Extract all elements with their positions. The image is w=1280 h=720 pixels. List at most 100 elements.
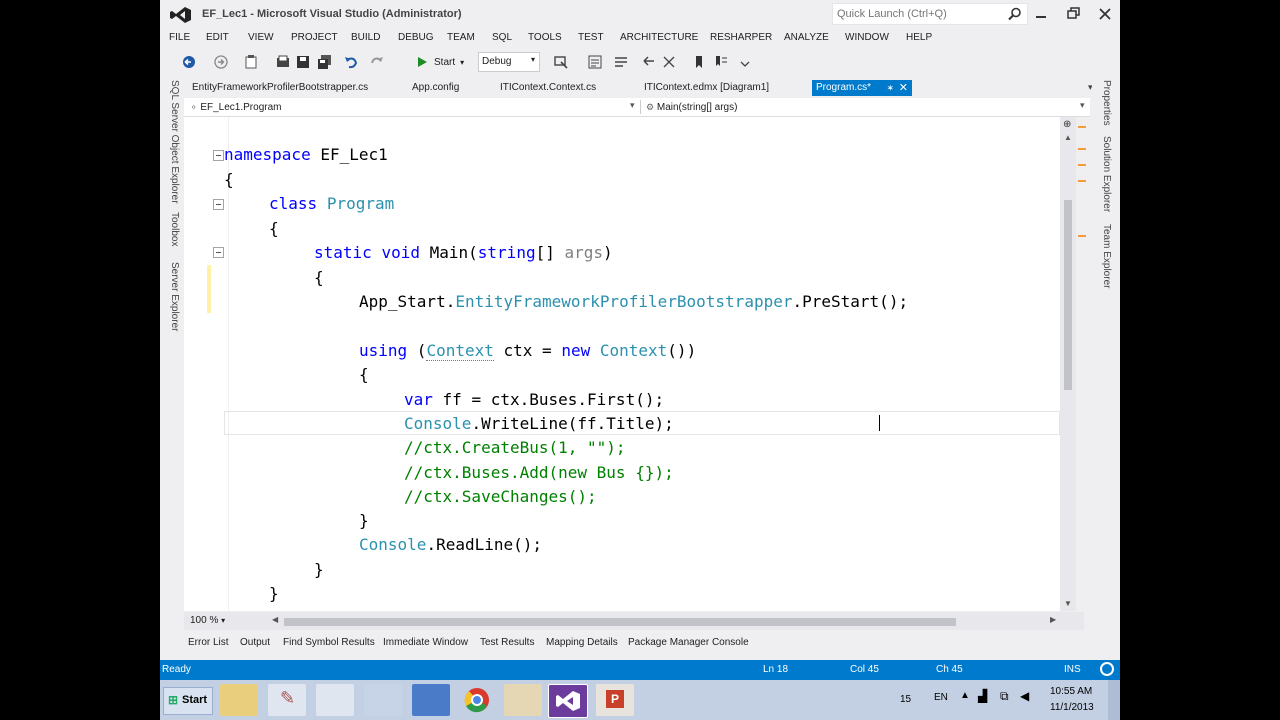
bookmark-next-icon[interactable] xyxy=(660,53,678,71)
scroll-right-icon[interactable]: ▶ xyxy=(1050,615,1056,624)
chevron-down-icon[interactable]: ▾ xyxy=(531,55,535,64)
new-project-icon[interactable] xyxy=(242,53,260,71)
code-editor[interactable]: namespace EF_Lec1 { class Program { stat… xyxy=(184,117,1060,611)
solution-explorer-tab[interactable]: Solution Explorer xyxy=(1101,136,1112,212)
quick-launch-input[interactable] xyxy=(837,6,997,22)
zoom-and-horizontal-scrollbar: 100 % ▾ ◀ ▶ xyxy=(184,612,1084,630)
chevron-down-icon[interactable]: ▾ xyxy=(1080,100,1085,111)
start-button[interactable]: ⊞ Start xyxy=(163,687,213,715)
team-explorer-tab[interactable]: Team Explorer xyxy=(1101,224,1112,288)
search-icon[interactable] xyxy=(1008,7,1022,21)
file-explorer-icon[interactable] xyxy=(220,684,258,716)
undo-icon[interactable] xyxy=(342,53,360,71)
tab-package-manager-console[interactable]: Package Manager Console xyxy=(628,637,749,648)
menu-file[interactable]: FILE xyxy=(169,32,190,43)
configuration-value: Debug xyxy=(482,56,512,67)
language-indicator[interactable]: EN xyxy=(934,692,948,703)
save-all-icon[interactable] xyxy=(316,53,334,71)
tab-bootstrapper[interactable]: EntityFrameworkProfilerBootstrapper.cs xyxy=(188,80,372,96)
collapse-namespace-toggle[interactable] xyxy=(213,150,224,161)
tab-mapping-details[interactable]: Mapping Details xyxy=(546,637,618,648)
chevron-down-icon[interactable]: ▾ xyxy=(630,100,635,111)
menu-tools[interactable]: TOOLS xyxy=(528,32,562,43)
navigate-back-icon[interactable] xyxy=(180,53,198,71)
tab-error-list[interactable]: Error List xyxy=(188,637,229,648)
clock-date[interactable]: 11/1/2013 xyxy=(1050,702,1094,713)
tools-app-icon[interactable] xyxy=(504,684,542,716)
tab-output[interactable]: Output xyxy=(240,637,270,648)
attach-icon[interactable] xyxy=(552,53,570,71)
scroll-up-icon[interactable]: ▲ xyxy=(1064,133,1072,142)
redo-icon[interactable] xyxy=(368,53,386,71)
menu-team[interactable]: TEAM xyxy=(447,32,475,43)
tray-expand-icon[interactable]: ▲ xyxy=(960,690,970,701)
menu-test[interactable]: TEST xyxy=(578,32,604,43)
menu-project[interactable]: PROJECT xyxy=(291,32,338,43)
navigate-forward-icon[interactable] xyxy=(212,53,230,71)
tab-find-symbol-results[interactable]: Find Symbol Results xyxy=(283,637,375,648)
menu-analyze[interactable]: ANALYZE xyxy=(784,32,829,43)
remote-desktop-icon[interactable] xyxy=(412,684,450,716)
chrome-icon[interactable] xyxy=(458,684,496,716)
status-insert-mode: INS xyxy=(1064,664,1081,675)
signal-icon[interactable]: ▟ xyxy=(978,689,987,703)
minimize-icon[interactable] xyxy=(1030,4,1052,24)
tab-app-config[interactable]: App.config xyxy=(408,80,463,96)
start-debugging-button[interactable]: Start ▾ xyxy=(416,53,464,71)
menu-debug[interactable]: DEBUG xyxy=(398,32,434,43)
menu-window[interactable]: WINDOW xyxy=(845,32,889,43)
restore-icon[interactable] xyxy=(1062,4,1084,24)
collapse-class-toggle[interactable] xyxy=(213,199,224,210)
zoom-select[interactable]: 100 % ▾ xyxy=(190,615,225,626)
tab-program-cs[interactable]: Program.cs* ✶ ✕ xyxy=(812,80,912,96)
close-icon[interactable] xyxy=(1094,4,1116,24)
menu-edit[interactable]: EDIT xyxy=(206,32,229,43)
comment-lines-icon[interactable] xyxy=(612,53,630,71)
notification-icon[interactable] xyxy=(1100,662,1114,676)
scroll-left-icon[interactable]: ◀ xyxy=(272,615,278,624)
bookmark-prev-icon[interactable] xyxy=(640,53,658,71)
save-icon[interactable] xyxy=(294,53,312,71)
close-tab-icon[interactable]: ✕ xyxy=(899,80,908,96)
bookmark-list-icon[interactable] xyxy=(712,53,730,71)
menu-help[interactable]: HELP xyxy=(906,32,932,43)
quick-launch-box[interactable] xyxy=(832,3,1028,25)
chevron-down-icon[interactable]: ▾ xyxy=(221,616,225,625)
server-explorer-tab[interactable]: Server Explorer xyxy=(169,262,180,331)
member-combo[interactable]: ⚙ Main(string[] args) xyxy=(646,98,1076,116)
sql-server-object-explorer-tab[interactable]: SQL Server Object Explorer xyxy=(169,80,180,204)
show-desktop-button[interactable] xyxy=(1108,680,1120,720)
pin-icon[interactable]: ✶ xyxy=(886,80,894,96)
visual-studio-taskbar-icon[interactable] xyxy=(548,684,588,718)
toolbar-overflow-icon[interactable] xyxy=(736,53,754,71)
chevron-down-icon[interactable]: ▾ xyxy=(460,58,464,67)
tab-test-results[interactable]: Test Results xyxy=(480,637,534,648)
vertical-scroll-thumb[interactable] xyxy=(1064,200,1072,390)
find-icon[interactable] xyxy=(586,53,604,71)
split-editor-icon[interactable]: ⊕ xyxy=(1063,119,1071,130)
menu-build[interactable]: BUILD xyxy=(351,32,380,43)
table-app-icon[interactable] xyxy=(316,684,354,716)
horizontal-scroll-thumb[interactable] xyxy=(284,618,956,626)
menu-resharper[interactable]: RESHARPER xyxy=(710,32,772,43)
open-file-icon[interactable] xyxy=(274,53,292,71)
collapse-method-toggle[interactable] xyxy=(213,247,224,258)
tab-immediate-window[interactable]: Immediate Window xyxy=(383,637,468,648)
scroll-down-icon[interactable]: ▼ xyxy=(1064,599,1072,608)
toolbox-tab[interactable]: Toolbox xyxy=(169,212,180,246)
tab-context-cs[interactable]: ITIContext.Context.cs xyxy=(496,80,600,96)
network-icon[interactable]: ⧉ xyxy=(1000,689,1009,704)
properties-tab[interactable]: Properties xyxy=(1101,80,1112,126)
security-app-icon[interactable] xyxy=(364,684,402,716)
type-combo[interactable]: ⚬ EF_Lec1.Program xyxy=(190,98,630,116)
menu-view[interactable]: VIEW xyxy=(248,32,274,43)
menu-sql[interactable]: SQL xyxy=(492,32,512,43)
clock-time[interactable]: 10:55 AM xyxy=(1050,686,1092,697)
powerpoint-icon[interactable]: P xyxy=(596,684,634,716)
tab-edmx-diagram[interactable]: ITIContext.edmx [Diagram1] xyxy=(640,80,773,96)
solution-configuration-select[interactable]: Debug ▾ xyxy=(478,52,540,72)
paint-icon[interactable]: ✎ xyxy=(268,684,306,716)
bookmark-icon[interactable] xyxy=(690,53,708,71)
menu-architecture[interactable]: ARCHITECTURE xyxy=(620,32,698,43)
volume-icon[interactable]: ◀ xyxy=(1020,689,1029,703)
